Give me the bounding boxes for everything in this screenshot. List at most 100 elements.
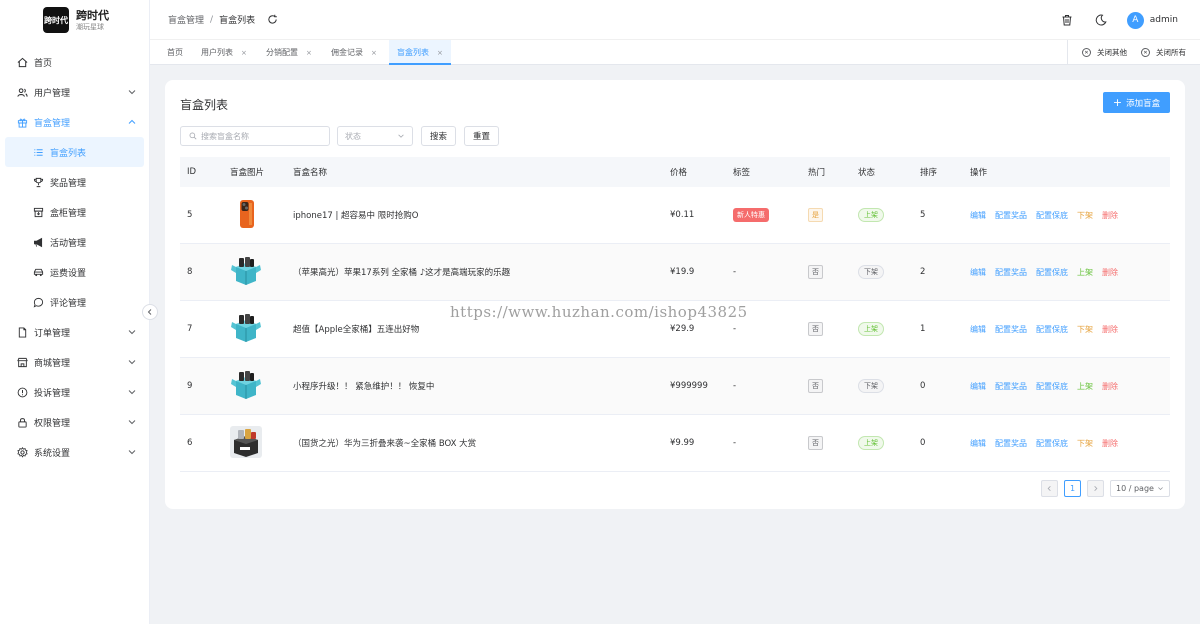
sidebar-item-label: 盲盒管理 — [34, 118, 71, 129]
tab-label: 首页 — [167, 48, 183, 57]
search-placeholder: 搜索盲盒名称 — [201, 131, 249, 141]
config-guarantee-link[interactable]: 配置保底 — [1036, 325, 1068, 334]
cell-name: iphone17 | 超容易中 限时抢购O — [293, 211, 419, 221]
sidebar-item-label: 商城管理 — [34, 358, 71, 369]
trash-icon[interactable] — [1061, 14, 1073, 26]
sidebar-item-permissions[interactable]: 权限管理 — [0, 407, 149, 437]
sidebar-item-settings[interactable]: 系统设置 — [0, 437, 149, 467]
cell-price: ¥9.99 — [670, 438, 695, 448]
tab-commission[interactable]: 佣金记录 × — [331, 40, 377, 65]
tab-label: 分销配置 — [266, 48, 298, 57]
product-thumbnail[interactable] — [230, 312, 262, 344]
toggle-status-link[interactable]: 上架 — [1077, 268, 1093, 277]
add-blindbox-button[interactable]: + 添加盲盒 — [1103, 92, 1170, 113]
cell-id: 8 — [187, 267, 193, 277]
sidebar-item-users[interactable]: 用户管理 — [0, 77, 149, 107]
sidebar-item-shop[interactable]: 商城管理 — [0, 347, 149, 377]
toggle-status-link[interactable]: 上架 — [1077, 382, 1093, 391]
sidebar-item-complaints[interactable]: 投诉管理 — [0, 377, 149, 407]
cell-sort: 0 — [920, 381, 926, 391]
sidebar-item-label: 权限管理 — [34, 418, 71, 429]
edit-link[interactable]: 编辑 — [970, 439, 986, 448]
avatar[interactable]: A — [1126, 11, 1144, 29]
edit-link[interactable]: 编辑 — [970, 211, 986, 220]
table-row: 9 小程序升级！！ 紧急维护！！ 恢复中 ¥999999 - 否 下架 0 编辑… — [180, 358, 1170, 415]
delete-link[interactable]: 删除 — [1102, 325, 1118, 334]
home-icon — [17, 57, 28, 68]
delete-link[interactable]: 删除 — [1102, 382, 1118, 391]
config-prizes-link[interactable]: 配置奖品 — [995, 268, 1027, 277]
toggle-status-link[interactable]: 下架 — [1077, 325, 1093, 334]
config-prizes-link[interactable]: 配置奖品 — [995, 439, 1027, 448]
chevron-down-icon — [128, 360, 136, 365]
header-image: 盲盒图片 — [230, 168, 265, 178]
sidebar-item-label: 评论管理 — [50, 298, 87, 309]
sidebar-item-cabinet[interactable]: 盒柜管理 — [0, 197, 149, 227]
username[interactable]: admin — [1150, 15, 1178, 25]
sidebar-item-blindbox[interactable]: 盲盒管理 — [0, 107, 149, 137]
config-guarantee-link[interactable]: 配置保底 — [1036, 439, 1068, 448]
logo[interactable]: 跨时代 跨时代 潮玩星球 — [0, 0, 149, 40]
moon-icon[interactable] — [1095, 14, 1107, 26]
prev-page-button[interactable] — [1041, 480, 1058, 497]
sidebar-item-activity[interactable]: 活动管理 — [0, 227, 149, 257]
edit-link[interactable]: 编辑 — [970, 325, 986, 334]
config-guarantee-link[interactable]: 配置保底 — [1036, 211, 1068, 220]
page-size-select[interactable]: 10 / page — [1110, 480, 1170, 497]
sidebar-item-comments[interactable]: 评论管理 — [0, 287, 149, 317]
tab-close-icon[interactable]: × — [437, 49, 443, 57]
config-prizes-link[interactable]: 配置奖品 — [995, 211, 1027, 220]
sidebar-item-prizes[interactable]: 奖品管理 — [0, 167, 149, 197]
search-input[interactable]: 搜索盲盒名称 — [180, 126, 330, 146]
main-card: 盲盒列表 + 添加盲盒 搜索盲盒名称 状态 搜索 重置 ID 盲盒图片 盲盒名称 … — [165, 80, 1185, 509]
delete-link[interactable]: 删除 — [1102, 268, 1118, 277]
search-button[interactable]: 搜索 — [421, 126, 457, 146]
product-thumbnail[interactable] — [230, 198, 262, 230]
sidebar-menu: 首页 用户管理 盲盒管理 盲盒列表 奖品管理 盒柜管理 活动管理 运费设置 评论… — [0, 47, 149, 467]
next-page-button[interactable] — [1087, 480, 1104, 497]
hot-badge: 否 — [808, 436, 823, 450]
config-prizes-link[interactable]: 配置奖品 — [995, 382, 1027, 391]
tab-user-list[interactable]: 用户列表 × — [201, 40, 247, 65]
sidebar-item-blindbox-list[interactable]: 盲盒列表 — [5, 137, 144, 167]
tab-close-icon[interactable]: × — [306, 49, 312, 57]
tab-close-icon[interactable]: × — [241, 49, 247, 57]
tab-blindbox-list[interactable]: 盲盒列表 × — [389, 40, 451, 65]
sidebar-item-orders[interactable]: 订单管理 — [0, 317, 149, 347]
chevron-down-icon — [128, 420, 136, 425]
delete-link[interactable]: 删除 — [1102, 439, 1118, 448]
breadcrumb: 盲盒管理 / 盲盒列表 — [168, 13, 278, 26]
config-prizes-link[interactable]: 配置奖品 — [995, 325, 1027, 334]
hot-badge: 否 — [808, 379, 823, 393]
toggle-status-link[interactable]: 下架 — [1077, 211, 1093, 220]
status-select[interactable]: 状态 — [337, 126, 413, 146]
sidebar-item-label: 奖品管理 — [50, 178, 87, 189]
tab-distribution[interactable]: 分销配置 × — [266, 40, 312, 65]
status-placeholder: 状态 — [345, 131, 361, 141]
tab-home[interactable]: 首页 — [167, 40, 183, 65]
sidebar-item-shipping[interactable]: 运费设置 — [0, 257, 149, 287]
breadcrumb-item[interactable]: 盲盒管理 — [168, 13, 204, 26]
list-icon — [33, 147, 44, 158]
sidebar-collapse-button[interactable] — [142, 304, 158, 320]
tabs-bar: 首页 用户列表 × 分销配置 × 佣金记录 × 盲盒列表 × ✕ 关闭其他 ✕ 关闭所有 — [150, 40, 1200, 65]
config-guarantee-link[interactable]: 配置保底 — [1036, 268, 1068, 277]
reset-button[interactable]: 重置 — [464, 126, 500, 146]
delete-link[interactable]: 删除 — [1102, 211, 1118, 220]
product-thumbnail[interactable] — [230, 255, 262, 287]
refresh-icon[interactable] — [267, 14, 278, 25]
close-all-button[interactable]: ✕ 关闭所有 — [1141, 47, 1186, 58]
page-number[interactable]: 1 — [1064, 480, 1081, 497]
edit-link[interactable]: 编辑 — [970, 268, 986, 277]
status-badge: 上架 — [858, 322, 884, 336]
product-thumbnail[interactable] — [230, 425, 262, 458]
sidebar-item-home[interactable]: 首页 — [0, 47, 149, 77]
close-others-button[interactable]: ✕ 关闭其他 — [1082, 47, 1127, 58]
product-thumbnail[interactable] — [230, 369, 262, 401]
tab-close-icon[interactable]: × — [371, 49, 377, 57]
sidebar-item-label: 盒柜管理 — [50, 208, 87, 219]
toggle-status-link[interactable]: 下架 — [1077, 439, 1093, 448]
edit-link[interactable]: 编辑 — [970, 382, 986, 391]
header-status: 状态 — [858, 168, 876, 178]
config-guarantee-link[interactable]: 配置保底 — [1036, 382, 1068, 391]
